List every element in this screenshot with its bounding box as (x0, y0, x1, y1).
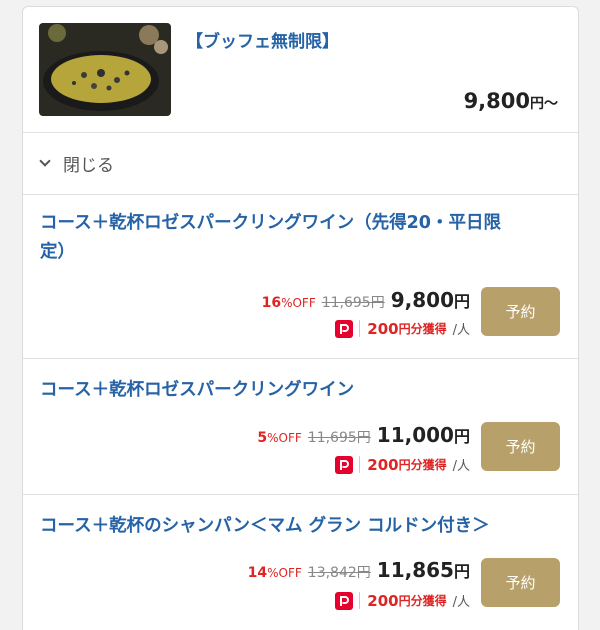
points-row: 200 円分獲得 /人 (335, 591, 470, 610)
discount-label: %OFF (267, 431, 302, 445)
paypay-icon (335, 591, 354, 610)
points-amount: 200 (367, 319, 399, 338)
sale-price: 11,865 (376, 558, 454, 582)
course-price: 9,800円〜 (463, 89, 558, 113)
original-price: 11,695円 (321, 295, 385, 311)
reserve-button[interactable]: 予約 (481, 287, 560, 336)
chevron-down-icon (39, 155, 51, 167)
per-person: /人 (452, 323, 470, 338)
collapse-toggle[interactable]: 閉じる (23, 133, 578, 195)
price-row: 16 %OFF 11,695円 9,800 円 (261, 288, 470, 312)
price-row: 14 %OFF 13,842円 11,865 円 (247, 558, 470, 582)
reserve-button[interactable]: 予約 (481, 558, 560, 607)
price-row: 5 %OFF 11,695円 11,000 円 (257, 423, 470, 447)
discount-percent: 14 (247, 565, 268, 581)
plan-item: コース＋乾杯のシャンパン＜マム グラン コルドン付き＞ 14 %OFF 13,8… (23, 495, 578, 630)
food-thumbnail[interactable] (39, 23, 171, 116)
divider (359, 592, 361, 609)
points-label: 円分獲得 (398, 458, 447, 472)
sale-price: 9,800 (390, 288, 454, 312)
plan-title[interactable]: コース＋乾杯ロゼスパークリングワイン (40, 376, 560, 405)
collapse-label: 閉じる (63, 156, 114, 176)
original-price: 13,842円 (307, 565, 371, 581)
paypay-icon (335, 455, 354, 474)
sale-price: 11,000 (376, 423, 454, 447)
discount-percent: 5 (257, 430, 268, 446)
points-amount: 200 (367, 455, 399, 474)
per-person: /人 (452, 595, 470, 610)
points-row: 200 円分獲得 /人 (335, 455, 470, 474)
discount-percent: 16 (261, 295, 282, 311)
paypay-icon (335, 319, 354, 338)
divider (359, 320, 361, 337)
plan-item: コース＋乾杯ロゼスパークリングワイン 5 %OFF 11,695円 11,000… (23, 359, 578, 495)
original-price: 11,695円 (307, 430, 371, 446)
points-row: 200 円分獲得 /人 (335, 319, 470, 338)
plan-card: 【ブッフェ無制限】 9,800円〜 閉じる コース＋乾杯ロゼスパークリングワイン… (22, 6, 579, 630)
per-person: /人 (452, 459, 470, 474)
points-amount: 200 (367, 591, 399, 610)
plan-title[interactable]: コース＋乾杯ロゼスパークリングワイン（先得20・平日限 定） (40, 209, 560, 267)
course-header: 【ブッフェ無制限】 9,800円〜 (23, 7, 578, 133)
plan-title[interactable]: コース＋乾杯のシャンパン＜マム グラン コルドン付き＞ (40, 512, 560, 541)
reserve-button[interactable]: 予約 (481, 422, 560, 471)
plan-item: コース＋乾杯ロゼスパークリングワイン（先得20・平日限 定） 16 %OFF 1… (23, 195, 578, 359)
points-label: 円分獲得 (398, 594, 447, 608)
discount-label: %OFF (281, 296, 316, 310)
points-label: 円分獲得 (398, 322, 447, 336)
discount-label: %OFF (267, 566, 302, 580)
divider (359, 456, 361, 473)
course-title[interactable]: 【ブッフェ無制限】 (186, 27, 339, 52)
